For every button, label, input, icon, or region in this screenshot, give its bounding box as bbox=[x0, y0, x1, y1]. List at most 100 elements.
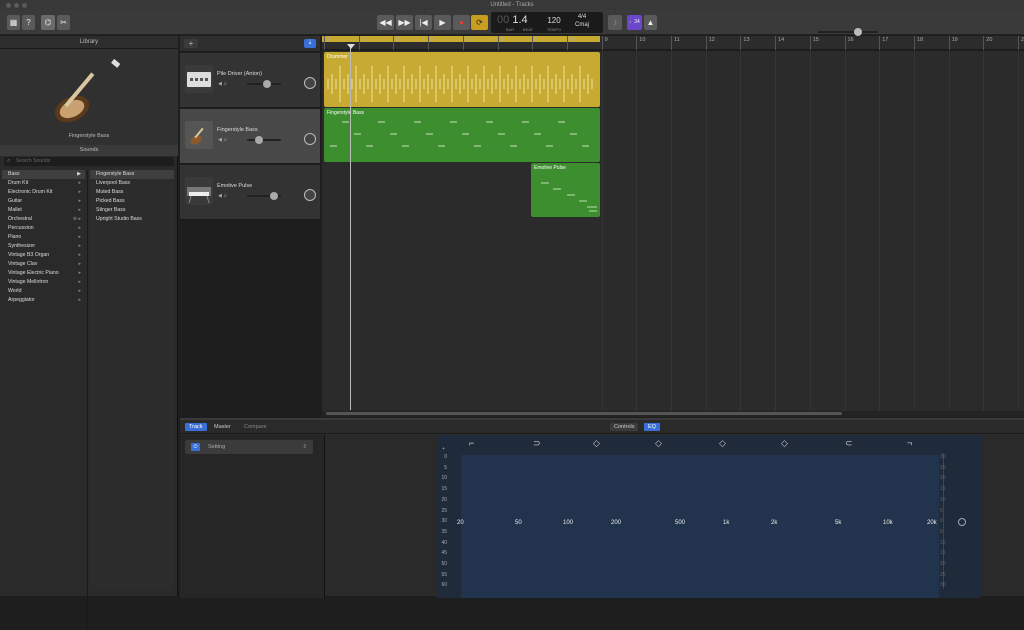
fast-forward-icon[interactable]: ▶▶ bbox=[396, 15, 413, 30]
count-in-button[interactable]: ♩34 bbox=[627, 15, 642, 30]
pan-knob[interactable] bbox=[304, 77, 316, 89]
search-input[interactable]: Search Sounds bbox=[4, 157, 174, 166]
category-item[interactable]: Arpeggiator ▸ bbox=[2, 296, 85, 305]
tab-eq[interactable]: EQ bbox=[644, 423, 660, 431]
drum-machine-icon bbox=[185, 65, 213, 93]
eq-y-label: 50 bbox=[441, 561, 447, 567]
go-to-beginning-icon[interactable]: |◀ bbox=[415, 15, 432, 30]
toolbar: ▦ ? ⌬ ✂ ◀◀ ▶▶ |◀ ▶ ● ⟳ 00 1.4 BAR BEAT 1… bbox=[0, 10, 1024, 36]
tracks-area[interactable]: Drummer Fingerstyle Bass Emotive Pulse bbox=[322, 51, 1024, 411]
timeline-ruler[interactable]: 123456789101112131415161718192021 bbox=[322, 36, 1024, 50]
synth-region[interactable]: Emotive Pulse bbox=[531, 163, 600, 217]
playhead[interactable] bbox=[350, 44, 351, 410]
cycle-icon[interactable]: ⟳ bbox=[471, 15, 488, 30]
eq-graph[interactable] bbox=[461, 455, 939, 598]
tab-track[interactable]: Track bbox=[185, 423, 207, 431]
eq-y-label-right: 5 bbox=[940, 507, 943, 514]
track-volume-slider[interactable] bbox=[247, 192, 281, 200]
eq-band3-icon[interactable]: ◇ bbox=[719, 438, 726, 449]
tuner-icon[interactable]: ♪ bbox=[608, 15, 622, 30]
category-item[interactable]: Vintage Mellotron ▸ bbox=[2, 278, 85, 287]
tab-master[interactable]: Master bbox=[210, 423, 235, 431]
master-volume-knob[interactable] bbox=[854, 28, 862, 36]
eq-x-label: 50 bbox=[515, 520, 522, 526]
setting-dropdown[interactable]: Setting ⏻ ⇕ bbox=[185, 440, 313, 454]
category-item[interactable]: Bass ▶ bbox=[2, 170, 85, 179]
eq-band1-icon[interactable]: ◇ bbox=[593, 438, 600, 449]
record-icon[interactable]: ● bbox=[453, 15, 470, 30]
track-name: Emotive Pulse bbox=[217, 183, 253, 189]
grid-line bbox=[740, 51, 742, 411]
volume-knob[interactable] bbox=[263, 80, 272, 88]
category-item[interactable]: Vintage Clav ▸ bbox=[2, 260, 85, 269]
track-header[interactable]: Pile Driver (Anton) ◀ ♫ bbox=[180, 53, 320, 108]
sound-item[interactable]: Liverpool Bass bbox=[90, 179, 174, 188]
sound-item[interactable]: Fingerstyle Bass bbox=[90, 170, 174, 179]
track-header[interactable]: Emotive Pulse ◀ ♫ bbox=[180, 165, 320, 220]
track-volume-slider[interactable] bbox=[247, 136, 281, 144]
grid-line bbox=[636, 51, 638, 411]
eq-x-label: 500 bbox=[675, 520, 686, 526]
power-icon[interactable]: ⏻ bbox=[191, 443, 200, 451]
ruler-bar-label: 19 bbox=[948, 36, 958, 50]
eq-highcut-icon[interactable]: ¬ bbox=[907, 438, 912, 448]
eq-highshelf-icon[interactable]: ⊂ bbox=[845, 438, 853, 449]
eq-y-label: 40 bbox=[441, 539, 447, 546]
bass-region[interactable]: Fingerstyle Bass bbox=[324, 108, 600, 162]
smart-controls-icon[interactable]: ⌬ bbox=[41, 15, 55, 30]
eq-lowcut-icon[interactable]: ⌐ bbox=[469, 438, 474, 448]
category-item[interactable]: Synthesizer ▸ bbox=[2, 242, 85, 251]
scroll-thumb[interactable] bbox=[326, 412, 842, 415]
analyzer-gain-knob[interactable] bbox=[958, 518, 966, 526]
eq-y-label: 45 bbox=[441, 550, 447, 557]
lcd-display[interactable]: 00 1.4 BAR BEAT 120 TEMPO 4/4 Cmaj bbox=[491, 12, 603, 33]
grid-line bbox=[844, 51, 846, 411]
sound-item[interactable]: Picked Bass bbox=[90, 197, 174, 206]
category-item[interactable]: Mallet ▸ bbox=[2, 206, 85, 215]
category-item[interactable]: Guitar ▸ bbox=[2, 197, 85, 206]
play-icon[interactable]: ▶ bbox=[434, 15, 451, 30]
eq-display[interactable]: ⌐ ⊃ ◇ ◇ ◇ ◇ ⊂ ¬ + 0 5 10 15 20 25 30 35 40 45 50 55… bbox=[437, 435, 981, 598]
add-track-button[interactable]: + bbox=[184, 39, 198, 48]
category-item[interactable]: Vintage Electric Piano ▸ bbox=[2, 269, 85, 278]
volume-knob[interactable] bbox=[254, 136, 263, 144]
eq-band2-icon[interactable]: ◇ bbox=[655, 438, 662, 449]
category-item[interactable]: World ▸ bbox=[2, 287, 85, 296]
mute-solo-icons[interactable]: ◀ ♫ bbox=[218, 81, 227, 87]
sound-item[interactable]: Upright Studio Bass bbox=[90, 215, 174, 224]
track-volume-slider[interactable] bbox=[247, 80, 281, 88]
eq-y-label-right: 0 bbox=[940, 518, 943, 525]
sound-list: Fingerstyle Bass Liverpool Bass Muted Ba… bbox=[90, 170, 174, 590]
pan-knob[interactable] bbox=[304, 189, 316, 201]
master-volume-slider[interactable] bbox=[818, 28, 878, 36]
ruler-bar-label: 12 bbox=[705, 36, 715, 50]
tab-compare[interactable]: Compare bbox=[240, 423, 271, 431]
mute-solo-icons[interactable]: ◀ ♫ bbox=[218, 137, 227, 143]
category-item[interactable]: Drum Kit ▸ bbox=[2, 179, 85, 188]
category-item[interactable]: Orchestral ⊕ ▸ bbox=[2, 215, 85, 224]
category-item[interactable]: Percussion ▸ bbox=[2, 224, 85, 233]
eq-lowshelf-icon[interactable]: ⊃ bbox=[533, 438, 541, 449]
grid-line bbox=[705, 51, 707, 411]
category-item[interactable]: Electronic Drum Kit ▸ bbox=[2, 188, 85, 197]
tab-controls[interactable]: Controls bbox=[610, 423, 639, 431]
pan-knob[interactable] bbox=[304, 133, 316, 145]
editors-icon[interactable]: ✂ bbox=[57, 15, 70, 30]
horizontal-scrollbar[interactable] bbox=[322, 411, 1024, 417]
help-icon[interactable]: ? bbox=[22, 15, 35, 30]
playhead-handle[interactable] bbox=[347, 44, 355, 49]
sound-item[interactable]: Muted Bass bbox=[90, 188, 174, 197]
category-item[interactable]: Piano ▸ bbox=[2, 233, 85, 242]
library-icon[interactable]: ▦ bbox=[7, 15, 20, 30]
volume-knob[interactable] bbox=[270, 192, 279, 200]
catch-playhead-icon[interactable]: ⇣ bbox=[304, 39, 316, 48]
rewind-icon[interactable]: ◀◀ bbox=[377, 15, 394, 30]
mute-solo-icons[interactable]: ◀ ♫ bbox=[218, 193, 227, 199]
metronome-icon[interactable]: ▲ bbox=[644, 15, 657, 30]
track-header[interactable]: Fingerstyle Bass ◀ ♫ bbox=[180, 109, 320, 164]
window-titlebar: Untitled - Tracks bbox=[0, 0, 1024, 10]
eq-band4-icon[interactable]: ◇ bbox=[781, 438, 788, 449]
drummer-region[interactable]: Drummer bbox=[324, 52, 600, 107]
sound-item[interactable]: Stinger Bass bbox=[90, 206, 174, 215]
category-item[interactable]: Vintage B3 Organ ▸ bbox=[2, 251, 85, 260]
